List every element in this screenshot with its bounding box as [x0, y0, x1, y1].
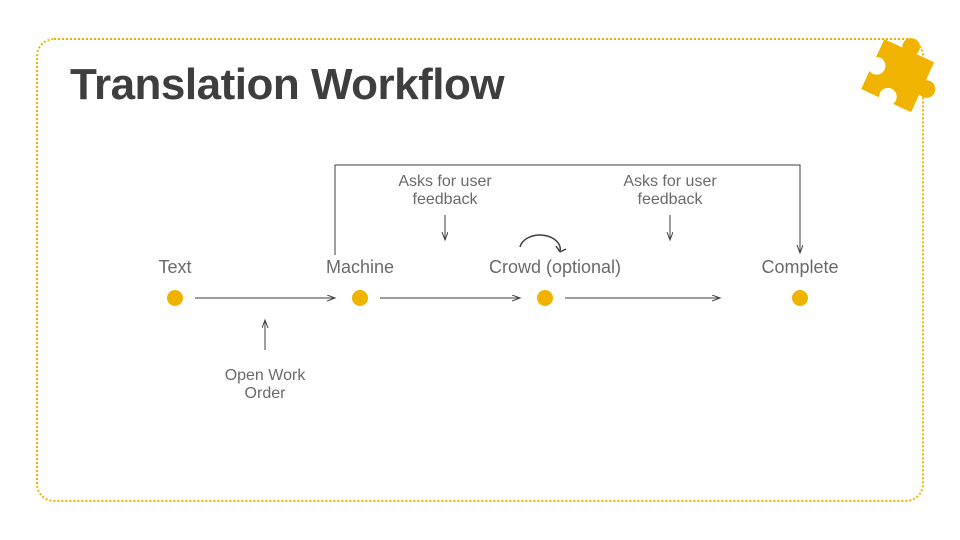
- feedback2-label-line1: Asks for user: [623, 173, 717, 190]
- node-text-dot: [167, 290, 183, 306]
- feedback1-label-line1: Asks for user: [398, 173, 492, 190]
- feedback1-label-line2: feedback: [413, 191, 479, 208]
- workflow-diagram: Text Machine Crowd (optional) Complete A…: [0, 0, 960, 540]
- open-work-label-line1: Open Work: [225, 367, 307, 384]
- open-work-label-line2: Order: [245, 385, 287, 402]
- feedback2-label-line2: feedback: [638, 191, 704, 208]
- node-machine-dot: [352, 290, 368, 306]
- node-crowd-dot: [537, 290, 553, 306]
- node-complete-dot: [792, 290, 808, 306]
- node-crowd-label: Crowd (optional): [489, 257, 621, 277]
- node-complete-label: Complete: [761, 257, 838, 277]
- node-text-label: Text: [158, 257, 191, 277]
- crowd-loop-icon: [520, 235, 560, 252]
- node-machine-label: Machine: [326, 257, 394, 277]
